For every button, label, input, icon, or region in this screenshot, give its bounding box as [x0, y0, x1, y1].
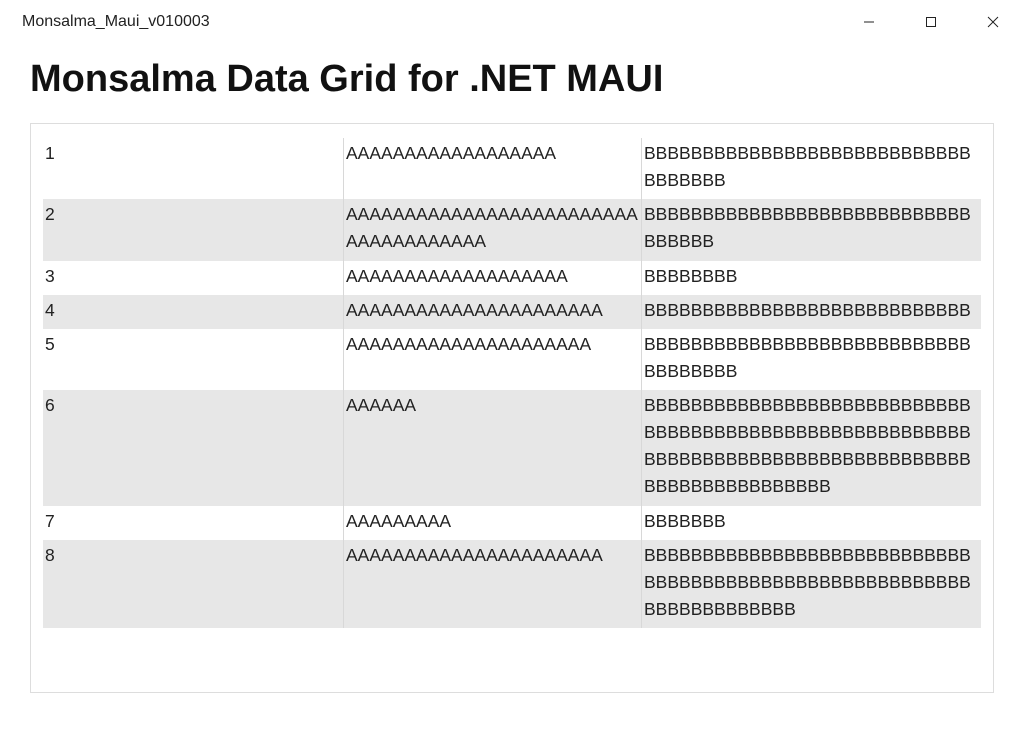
- close-icon: [987, 16, 999, 28]
- cell-b: BBBBBBBBBBBBBBBBBBBBBBBBBBBBBBBBBBB: [641, 138, 981, 199]
- cell-id: 4: [43, 295, 343, 329]
- table-row[interactable]: 3AAAAAAAAAAAAAAAAAAABBBBBBBB: [43, 261, 981, 295]
- cell-a: AAAAAAAAAAAAAAAAAAAAA: [343, 329, 641, 390]
- minimize-icon: [863, 16, 875, 28]
- cell-a: AAAAAA: [343, 390, 641, 506]
- page-title: Monsalma Data Grid for .NET MAUI: [0, 44, 1024, 123]
- cell-b: BBBBBBBBBBBBBBBBBBBBBBBBBBBBBBBBBBBBBBBB…: [641, 540, 981, 628]
- table-row[interactable]: 4AAAAAAAAAAAAAAAAAAAAAABBBBBBBBBBBBBBBBB…: [43, 295, 981, 329]
- cell-a: AAAAAAAAAAAAAAAAAA: [343, 138, 641, 199]
- grid-container: 1AAAAAAAAAAAAAAAAAABBBBBBBBBBBBBBBBBBBBB…: [30, 123, 994, 693]
- table-row[interactable]: 5AAAAAAAAAAAAAAAAAAAAABBBBBBBBBBBBBBBBBB…: [43, 329, 981, 390]
- cell-id: 5: [43, 329, 343, 390]
- cell-id: 7: [43, 506, 343, 540]
- maximize-icon: [925, 16, 937, 28]
- window-controls: [838, 0, 1024, 44]
- grid-scroll-body[interactable]: 1AAAAAAAAAAAAAAAAAABBBBBBBBBBBBBBBBBBBBB…: [43, 138, 981, 692]
- cell-b: BBBBBBBB: [641, 261, 981, 295]
- table-row[interactable]: 7AAAAAAAAABBBBBBB: [43, 506, 981, 540]
- minimize-button[interactable]: [838, 0, 900, 44]
- cell-b: BBBBBBBBBBBBBBBBBBBBBBBBBBBBBBBBBBBBBBBB…: [641, 390, 981, 506]
- cell-b: BBBBBBBBBBBBBBBBBBBBBBBBBBBBBBBBBBBB: [641, 329, 981, 390]
- cell-b: BBBBBBB: [641, 506, 981, 540]
- close-button[interactable]: [962, 0, 1024, 44]
- cell-a: AAAAAAAAAAAAAAAAAAAAAA: [343, 295, 641, 329]
- table-row[interactable]: 1AAAAAAAAAAAAAAAAAABBBBBBBBBBBBBBBBBBBBB…: [43, 138, 981, 199]
- cell-id: 8: [43, 540, 343, 628]
- maximize-button[interactable]: [900, 0, 962, 44]
- cell-id: 2: [43, 199, 343, 260]
- table-row[interactable]: 8AAAAAAAAAAAAAAAAAAAAAABBBBBBBBBBBBBBBBB…: [43, 540, 981, 628]
- table-row[interactable]: 6AAAAAABBBBBBBBBBBBBBBBBBBBBBBBBBBBBBBBB…: [43, 390, 981, 506]
- cell-b: BBBBBBBBBBBBBBBBBBBBBBBBBBBB: [641, 295, 981, 329]
- app-window: Monsalma_Maui_v010003 Monsalma Data Grid…: [0, 0, 1024, 749]
- table-row[interactable]: 2AAAAAAAAAAAAAAAAAAAAAAAAAAAAAAAAAAAAABB…: [43, 199, 981, 260]
- cell-id: 1: [43, 138, 343, 199]
- window-title: Monsalma_Maui_v010003: [22, 13, 210, 31]
- cell-a: AAAAAAAAAAAAAAAAAAA: [343, 261, 641, 295]
- cell-id: 3: [43, 261, 343, 295]
- titlebar: Monsalma_Maui_v010003: [0, 0, 1024, 44]
- cell-a: AAAAAAAAA: [343, 506, 641, 540]
- cell-b: BBBBBBBBBBBBBBBBBBBBBBBBBBBBBBBBBB: [641, 199, 981, 260]
- data-grid[interactable]: 1AAAAAAAAAAAAAAAAAABBBBBBBBBBBBBBBBBBBBB…: [43, 138, 981, 692]
- cell-id: 6: [43, 390, 343, 506]
- cell-a: AAAAAAAAAAAAAAAAAAAAAA: [343, 540, 641, 628]
- cell-a: AAAAAAAAAAAAAAAAAAAAAAAAAAAAAAAAAAAAA: [343, 199, 641, 260]
